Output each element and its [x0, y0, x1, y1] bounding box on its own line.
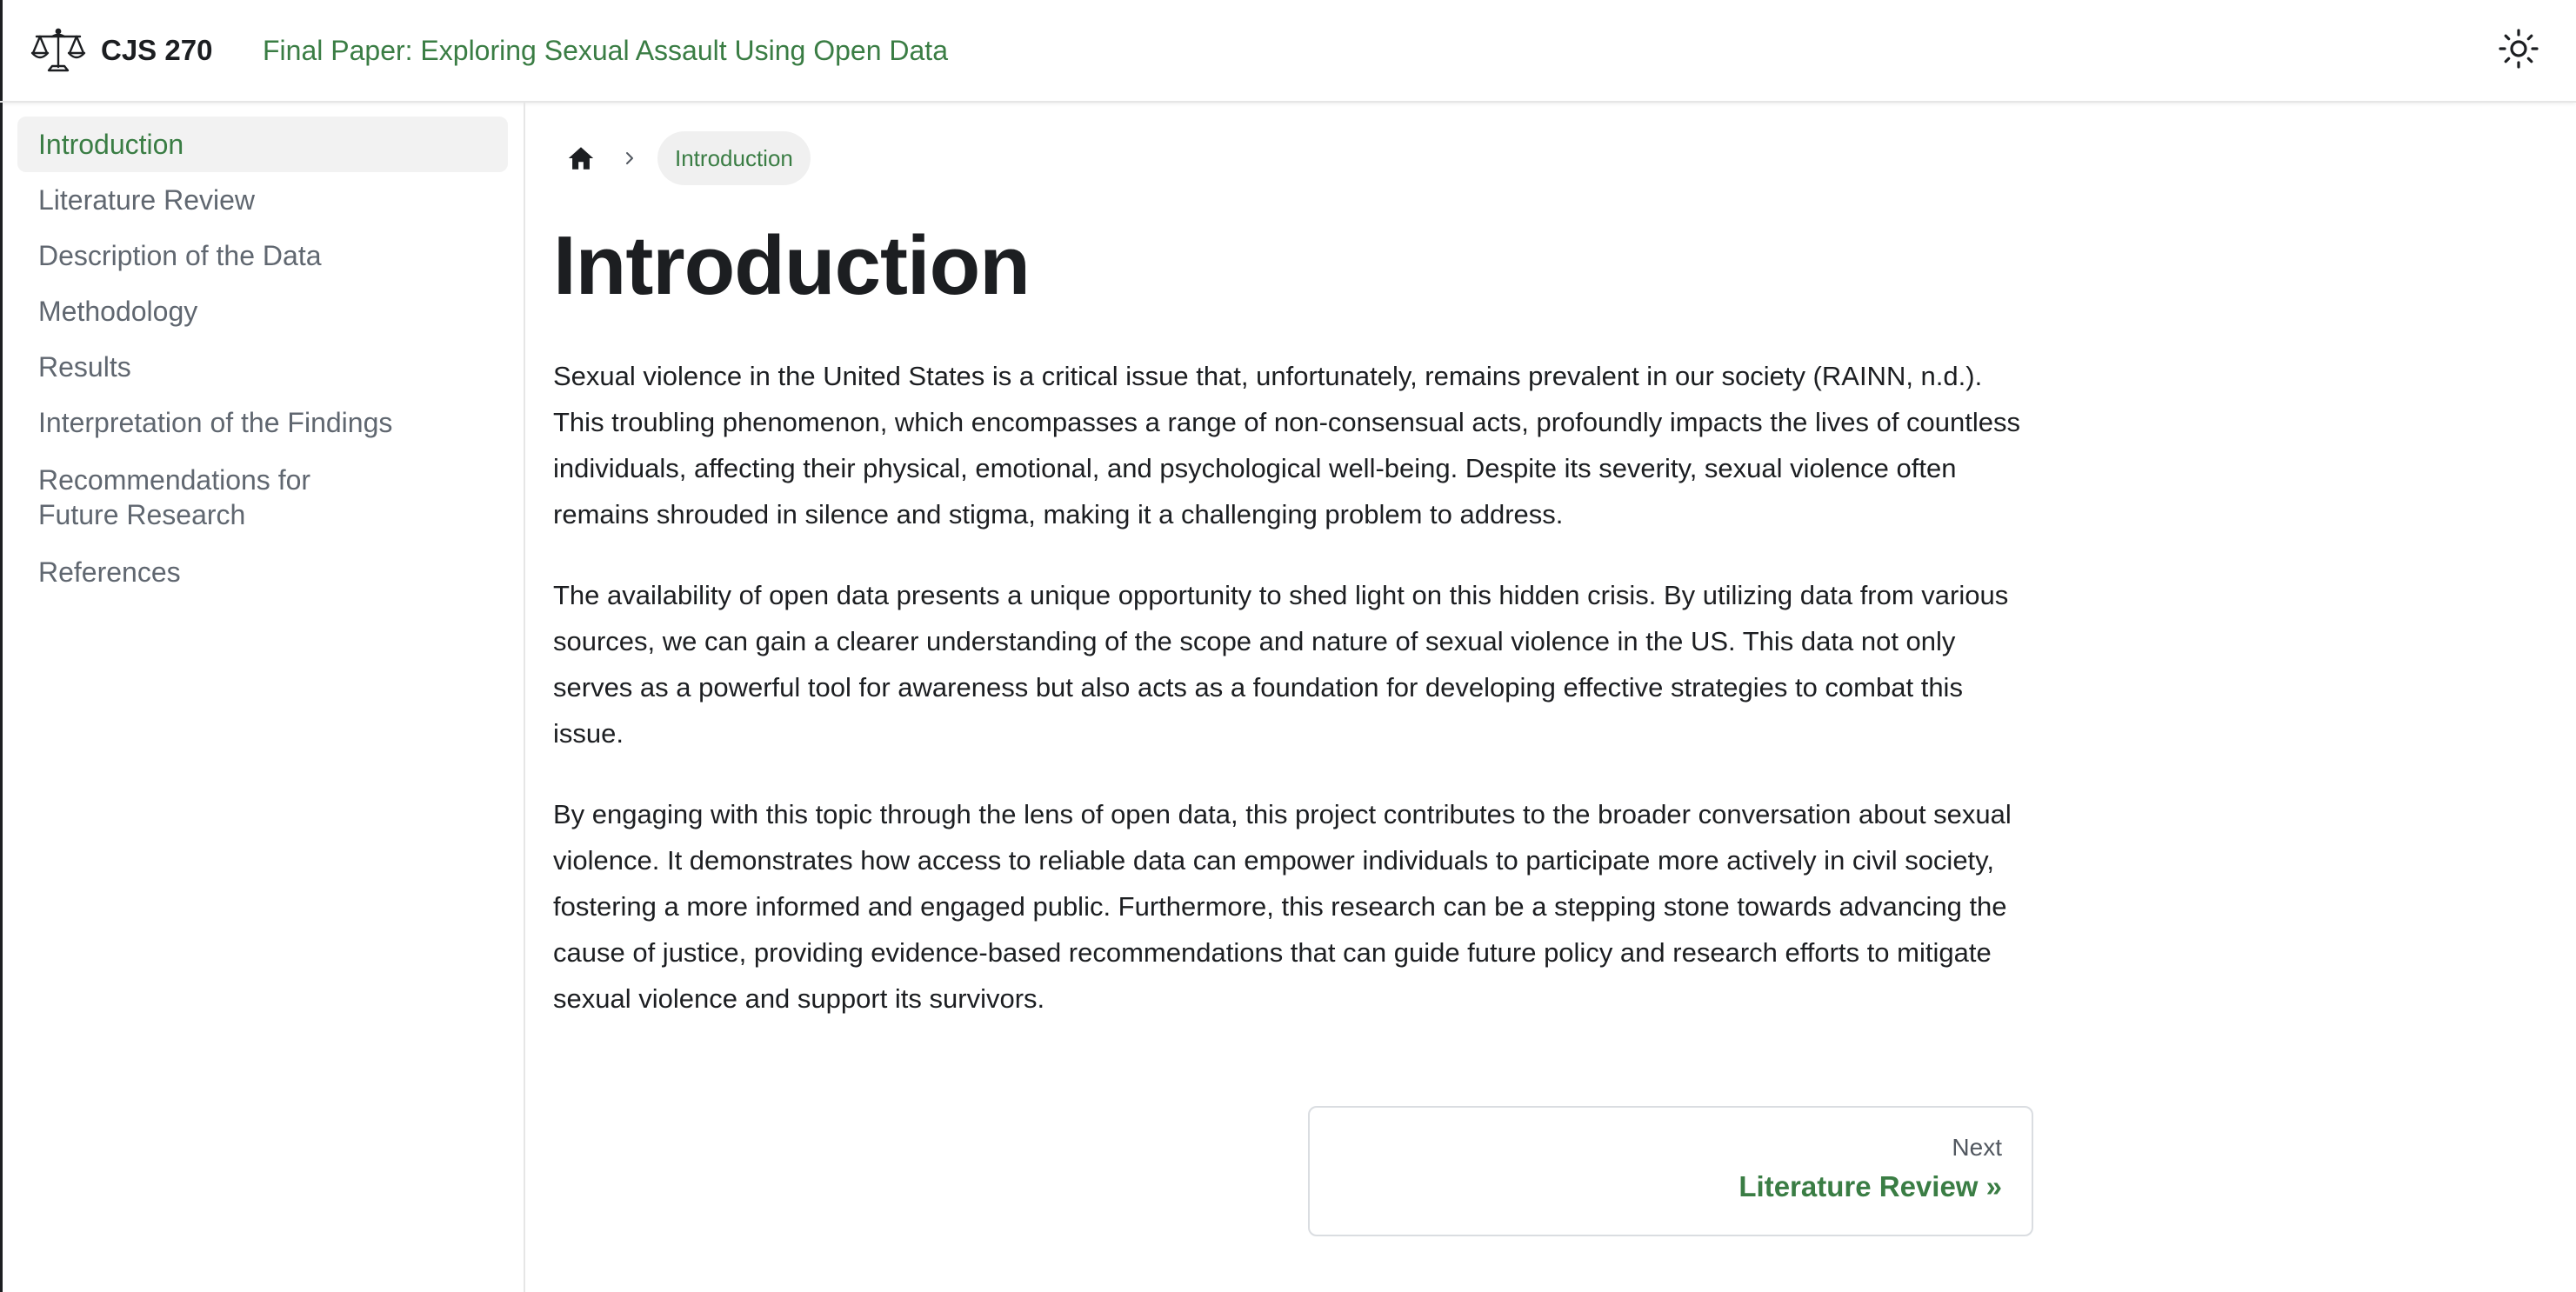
sidebar-item-introduction[interactable]: Introduction	[17, 117, 508, 172]
paragraph: Sexual violence in the United States is …	[553, 361, 2021, 529]
page-title: Introduction	[553, 219, 1031, 312]
sidebar-item-results[interactable]: Results	[17, 339, 508, 395]
paragraph: By engaging with this topic through the …	[553, 799, 2012, 1014]
sidebar-item-methodology[interactable]: Methodology	[17, 283, 508, 339]
next-page-link[interactable]: Next Literature Review »	[1308, 1106, 2033, 1236]
pager-sublabel: Next	[1952, 1134, 2002, 1161]
navbar: CJS 270 Final Paper: Exploring Sexual As…	[0, 0, 2576, 103]
nav-link-final-paper[interactable]: Final Paper: Exploring Sexual Assault Us…	[263, 0, 948, 101]
pager-label: Literature Review »	[1738, 1170, 2002, 1202]
article-body: Sexual violence in the United States is …	[553, 353, 2032, 1056]
sun-icon	[2498, 28, 2539, 74]
home-icon[interactable]	[560, 137, 602, 179]
scales-of-justice-icon	[30, 27, 87, 74]
sidebar: Introduction Literature Review Descripti…	[0, 103, 525, 1292]
breadcrumb-current: Introduction	[657, 131, 811, 185]
theme-toggle-button[interactable]	[2496, 28, 2541, 73]
paragraph: The availability of open data presents a…	[553, 580, 2009, 749]
sidebar-item-interpretation-of-the-findings[interactable]: Interpretation of the Findings	[17, 395, 508, 450]
sidebar-item-description-of-the-data[interactable]: Description of the Data	[17, 228, 508, 283]
sidebar-item-references[interactable]: References	[17, 544, 508, 600]
chevron-right-icon	[612, 150, 647, 166]
sidebar-item-recommendations[interactable]: Recommendations for Future Research	[17, 450, 355, 544]
brand-title: CJS 270	[101, 34, 213, 66]
sidebar-menu: Introduction Literature Review Descripti…	[17, 117, 508, 600]
brand-link[interactable]: CJS 270	[30, 0, 212, 101]
breadcrumb: Introduction	[553, 130, 811, 186]
sidebar-item-literature-review[interactable]: Literature Review	[17, 172, 508, 228]
